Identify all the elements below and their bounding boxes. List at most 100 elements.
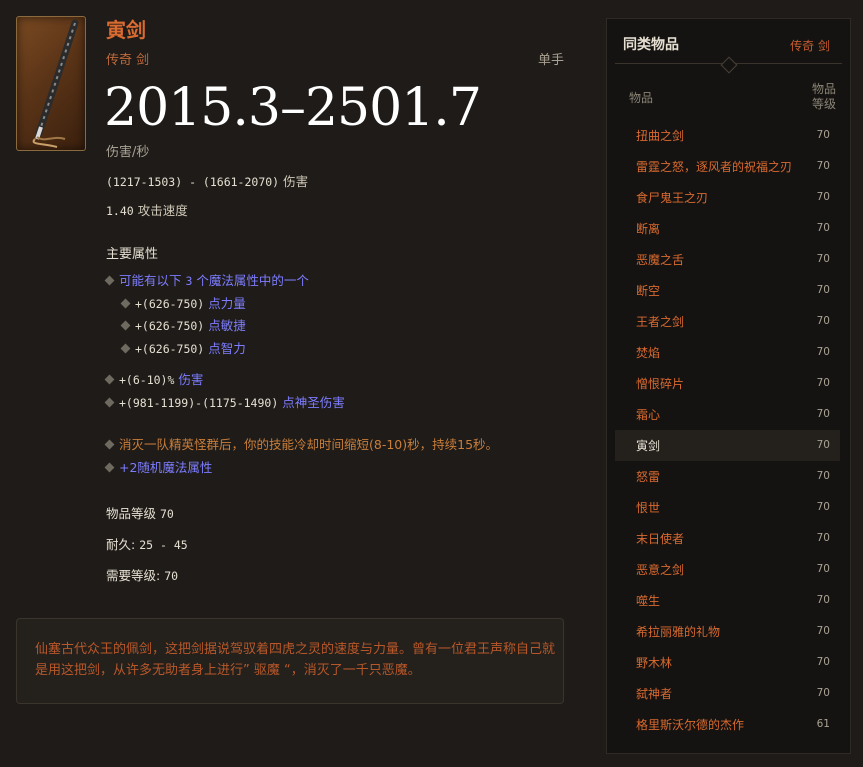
attack-speed-label: 攻击速度 — [137, 203, 188, 218]
list-item[interactable]: 憎恨碎片 70 — [615, 368, 840, 399]
list-item[interactable]: 恶魔之舌 70 — [615, 244, 840, 275]
list-item[interactable]: 弑神者 70 — [615, 678, 840, 709]
list-item-name[interactable]: 焚焰 — [636, 344, 660, 361]
list-item-name[interactable]: 恨世 — [636, 499, 660, 516]
list-item-level: 70 — [816, 625, 830, 637]
list-item-name[interactable]: 噬生 — [636, 592, 660, 609]
random-count: 3 — [185, 274, 193, 288]
list-item[interactable]: 雷霆之怒，逐风者的祝福之刃 70 — [615, 151, 840, 182]
list-item[interactable]: 王者之剑 70 — [615, 306, 840, 337]
holy-damage-line: +(981-1199)-(1175-1490) 点神圣伤害 — [104, 392, 345, 411]
bullet-diamond-icon — [104, 462, 115, 473]
damage-line: (1217-1503) - (1661-2070) 伤害 — [106, 171, 308, 190]
attack-speed-value: 1.40 — [106, 204, 134, 218]
similar-items-panel: 同类物品 传奇 剑 物品 物品 等级 扭曲之剑 70 雷霆之怒，逐风者的祝福之刃 70… — [606, 18, 851, 754]
random-magic: +2随机魔法属性 — [119, 460, 213, 475]
durability-line: 耐久: 25 - 45 — [106, 537, 188, 552]
panel-title: 同类物品 — [623, 37, 679, 53]
random-affix-line: 可能有以下 3 个魔法属性中的一个 — [104, 270, 309, 289]
damage-pct-line: +(6-10)% 伤害 — [104, 369, 203, 388]
legendary-affix: 消灭一队精英怪群后，你的技能冷却时间缩短(8-10)秒，持续15秒。 — [119, 437, 499, 452]
dps-label: 伤害/秒 — [106, 145, 150, 160]
list-item-name[interactable]: 寅剑 — [636, 437, 660, 454]
list-item[interactable]: 怒雷 70 — [615, 461, 840, 492]
list-item-level: 70 — [816, 284, 830, 296]
handedness: 单手 — [538, 53, 565, 68]
list-item-name[interactable]: 希拉丽雅的礼物 — [636, 623, 720, 640]
random-magic-line: +2随机魔法属性 — [104, 457, 213, 476]
item-level-line: 物品等级 70 — [106, 506, 174, 521]
list-item[interactable]: 断离 70 — [615, 213, 840, 244]
choice-dexterity: +(626-750) 点敏捷 — [120, 315, 246, 334]
list-item-name[interactable]: 断离 — [636, 220, 660, 237]
list-item-level: 70 — [816, 563, 830, 575]
list-item-name[interactable]: 怒雷 — [636, 468, 660, 485]
list-item-name[interactable]: 雷霆之怒，逐风者的祝福之刃 — [636, 158, 792, 175]
list-item-level: 70 — [816, 346, 830, 358]
list-item[interactable]: 末日使者 70 — [615, 523, 840, 554]
bullet-diamond-icon — [104, 439, 115, 450]
list-item-name[interactable]: 末日使者 — [636, 530, 684, 547]
list-item-level: 70 — [816, 470, 830, 482]
list-item-level: 61 — [816, 718, 830, 730]
list-item[interactable]: 霜心 70 — [615, 399, 840, 430]
choice-strength: +(626-750) 点力量 — [120, 293, 246, 312]
bullet-diamond-icon — [104, 374, 115, 385]
item-portrait — [16, 16, 86, 151]
bullet-diamond-icon — [120, 320, 131, 331]
similar-items-list: 扭曲之剑 70 雷霆之怒，逐风者的祝福之刃 70 食尸鬼王之刃 70 断离 70 恶魔之舌 70 断… — [615, 120, 840, 740]
list-item[interactable]: 恨世 70 — [615, 492, 840, 523]
flavor-text: 仙塞古代众王的佩剑，这把剑据说驾驭着四虎之灵的速度与力量。曾有一位君王声称自己就… — [35, 642, 556, 678]
bullet-diamond-icon — [120, 298, 131, 309]
panel-item-type[interactable]: 传奇 剑 — [790, 37, 830, 54]
list-item[interactable]: 扭曲之剑 70 — [615, 120, 840, 151]
list-item-name[interactable]: 恶意之剑 — [636, 561, 684, 578]
list-item-level: 70 — [816, 501, 830, 513]
list-item[interactable]: 噬生 70 — [615, 585, 840, 616]
list-item[interactable]: 焚焰 70 — [615, 337, 840, 368]
list-item[interactable]: 希拉丽雅的礼物 70 — [615, 616, 840, 647]
damage-label: 伤害 — [283, 174, 309, 189]
list-item[interactable]: 食尸鬼王之刃 70 — [615, 182, 840, 213]
list-item-name[interactable]: 弑神者 — [636, 685, 672, 702]
list-item-name[interactable]: 格里斯沃尔德的杰作 — [636, 716, 744, 733]
list-item-level: 70 — [816, 191, 830, 203]
bullet-diamond-icon — [120, 343, 131, 354]
list-item[interactable]: 野木林 70 — [615, 647, 840, 678]
list-item-level: 70 — [816, 439, 830, 451]
list-item-name[interactable]: 扭曲之剑 — [636, 127, 684, 144]
list-item-level: 70 — [816, 315, 830, 327]
dps-value: 2015.3–2501.7 — [104, 78, 482, 138]
choice-intelligence: +(626-750) 点智力 — [120, 338, 246, 357]
list-item-name[interactable]: 断空 — [636, 282, 660, 299]
list-item-name[interactable]: 憎恨碎片 — [636, 375, 684, 392]
item-type: 传奇 剑 — [106, 53, 150, 68]
list-item-level: 70 — [816, 129, 830, 141]
list-item-name[interactable]: 王者之剑 — [636, 313, 684, 330]
list-item[interactable]: 恶意之剑 70 — [615, 554, 840, 585]
legendary-affix-line: 消灭一队精英怪群后，你的技能冷却时间缩短(8-10)秒，持续15秒。 — [104, 434, 499, 453]
required-level-value: 70 — [164, 569, 179, 583]
primary-header: 主要属性 — [106, 247, 159, 262]
list-item-level: 70 — [816, 656, 830, 668]
ornament-diamond-icon — [720, 56, 738, 74]
list-item-name[interactable]: 恶魔之舌 — [636, 251, 684, 268]
list-item-level: 70 — [816, 222, 830, 234]
flavor-text-box: 仙塞古代众王的佩剑，这把剑据说驾驭着四虎之灵的速度与力量。曾有一位君王声称自己就… — [16, 618, 564, 704]
list-item-level: 70 — [816, 377, 830, 389]
column-header-level: 物品 等级 — [811, 82, 836, 111]
list-item[interactable]: 寅剑 70 — [615, 430, 840, 461]
list-item-name[interactable]: 野木林 — [636, 654, 672, 671]
list-item-name[interactable]: 霜心 — [636, 406, 660, 423]
random-suffix: 个魔法属性中的一个 — [196, 273, 309, 288]
list-item[interactable]: 格里斯沃尔德的杰作 61 — [615, 709, 840, 740]
column-header-item: 物品 — [629, 91, 654, 105]
random-prefix: 可能有以下 — [119, 273, 182, 288]
list-item-level: 70 — [816, 532, 830, 544]
damage-range: (1217-1503) - (1661-2070) — [106, 175, 280, 189]
list-item[interactable]: 断空 70 — [615, 275, 840, 306]
required-level-line: 需要等级: 70 — [106, 568, 179, 583]
durability-value: 25 - 45 — [139, 538, 188, 552]
list-item-level: 70 — [816, 594, 830, 606]
list-item-name[interactable]: 食尸鬼王之刃 — [636, 189, 708, 206]
